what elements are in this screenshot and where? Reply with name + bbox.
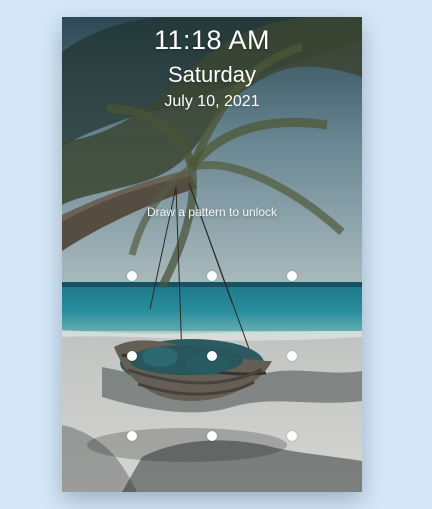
pattern-dot[interactable]	[207, 431, 217, 441]
stage: 11:18 AM Saturday July 10, 2021 Draw a p…	[0, 0, 432, 509]
pattern-dot[interactable]	[127, 351, 137, 361]
phone-lock-screen: 11:18 AM Saturday July 10, 2021 Draw a p…	[62, 17, 362, 492]
pattern-dot[interactable]	[287, 431, 297, 441]
pattern-dot[interactable]	[127, 431, 137, 441]
pattern-dot[interactable]	[287, 271, 297, 281]
pattern-dot[interactable]	[207, 271, 217, 281]
pattern-dot[interactable]	[287, 351, 297, 361]
pattern-lock-grid[interactable]	[62, 17, 362, 492]
pattern-dot[interactable]	[127, 271, 137, 281]
pattern-dot[interactable]	[207, 351, 217, 361]
